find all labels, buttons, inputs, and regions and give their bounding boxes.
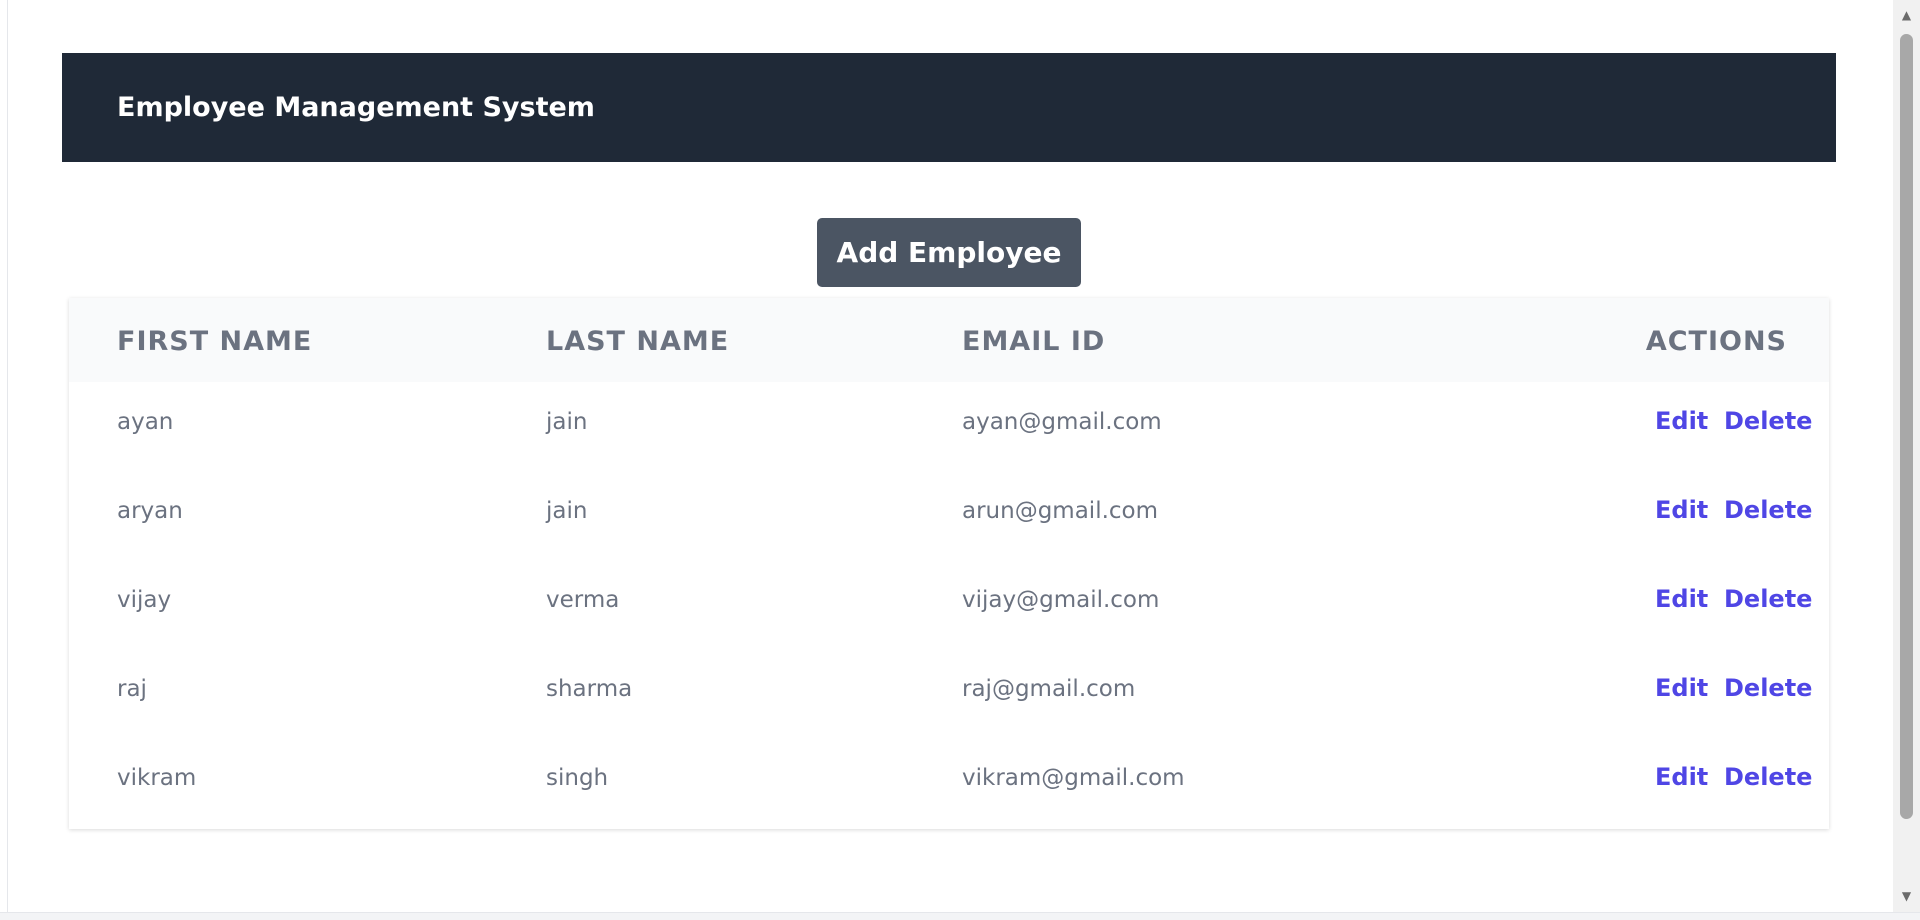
cell-last-name: jain (546, 409, 588, 435)
table-header: FIRST NAME LAST NAME EMAIL ID ACTIONS (69, 298, 1829, 382)
cell-last-name: singh (546, 765, 609, 791)
app-header: Employee Management System (62, 53, 1836, 162)
table-row: raj sharma raj@gmail.com Edit Delete (69, 649, 1829, 738)
table-row: aryan jain arun@gmail.com Edit Delete (69, 471, 1829, 560)
delete-button[interactable]: Delete (1724, 763, 1812, 791)
edit-button[interactable]: Edit (1655, 585, 1708, 613)
table-row: vijay verma vijay@gmail.com Edit Delete (69, 560, 1829, 649)
cell-last-name: jain (546, 498, 588, 524)
cell-last-name: sharma (546, 676, 633, 702)
employee-table: FIRST NAME LAST NAME EMAIL ID ACTIONS ay… (69, 298, 1829, 829)
delete-button[interactable]: Delete (1724, 407, 1812, 435)
column-header-actions: ACTIONS (1645, 326, 1787, 357)
cell-email: arun@gmail.com (962, 498, 1159, 524)
scrollbar-thumb[interactable] (1900, 34, 1913, 819)
cell-first-name: aryan (117, 498, 183, 524)
column-header-last-name: LAST NAME (546, 326, 730, 357)
arrow-up-icon[interactable]: ▲ (1893, 5, 1920, 25)
edit-button[interactable]: Edit (1655, 763, 1708, 791)
delete-button[interactable]: Delete (1724, 496, 1812, 524)
page-viewport: Employee Management System Add Employee … (7, 0, 1893, 912)
cell-first-name: raj (117, 676, 147, 702)
arrow-down-icon[interactable]: ▼ (1893, 886, 1920, 906)
add-employee-button[interactable]: Add Employee (817, 218, 1081, 287)
table-row: vikram singh vikram@gmail.com Edit Delet… (69, 738, 1829, 827)
cell-last-name: verma (546, 587, 620, 613)
edit-button[interactable]: Edit (1655, 674, 1708, 702)
edit-button[interactable]: Edit (1655, 496, 1708, 524)
cell-first-name: ayan (117, 409, 174, 435)
cell-first-name: vikram (117, 765, 197, 791)
delete-button[interactable]: Delete (1724, 674, 1812, 702)
cell-email: vijay@gmail.com (962, 587, 1160, 613)
cell-email: raj@gmail.com (962, 676, 1136, 702)
column-header-first-name: FIRST NAME (117, 326, 313, 357)
column-header-email: EMAIL ID (962, 326, 1106, 357)
edit-button[interactable]: Edit (1655, 407, 1708, 435)
cell-email: ayan@gmail.com (962, 409, 1162, 435)
cell-email: vikram@gmail.com (962, 765, 1185, 791)
app-title: Employee Management System (117, 92, 595, 123)
delete-button[interactable]: Delete (1724, 585, 1812, 613)
vertical-scrollbar[interactable]: ▲ ▼ (1893, 0, 1920, 912)
window-bottom-edge (0, 912, 1920, 920)
table-row: ayan jain ayan@gmail.com Edit Delete (69, 382, 1829, 471)
cell-first-name: vijay (117, 587, 172, 613)
